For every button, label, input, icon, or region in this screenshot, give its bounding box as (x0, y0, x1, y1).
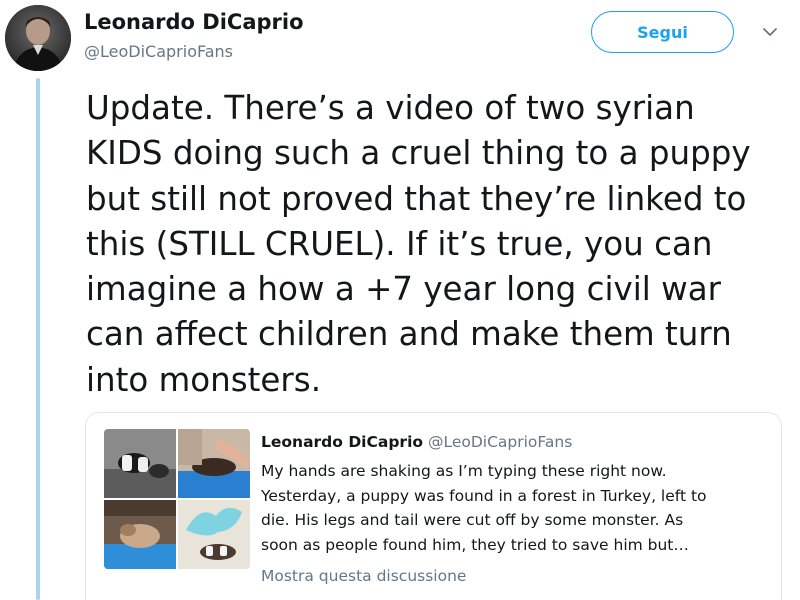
tweet-text-line: imagine a how a +7 year long civil war (86, 270, 722, 309)
tweet-text-line: but still not proved that they’re linked… (86, 179, 747, 218)
tweet-text-line: Update. There’s a video of two syrian (86, 89, 695, 127)
quoted-tweet-text: My hands are shaking as I’m typing these… (261, 459, 771, 557)
show-thread-link[interactable]: Mostra questa discussione (261, 567, 466, 585)
media-thumbnail[interactable] (104, 429, 176, 498)
quoted-tweet-header: Leonardo DiCaprio @LeoDiCaprioFans (261, 433, 572, 451)
tweet-text-line: this (STILL CRUEL). If it’s true, you ca… (86, 224, 713, 263)
quoted-author-name[interactable]: Leonardo DiCaprio (261, 433, 423, 451)
quoted-text-line: die. His legs and tail were cut off by s… (261, 511, 684, 529)
quoted-author-handle[interactable]: @LeoDiCaprioFans (428, 433, 572, 451)
tweet-text-line: can affect children and make them turn (86, 315, 732, 354)
follow-button[interactable]: Segui (591, 11, 734, 53)
conversation-thread-line (36, 78, 40, 600)
media-thumbnail[interactable] (178, 429, 250, 498)
quoted-tweet-card[interactable]: Leonardo DiCaprio @LeoDiCaprioFans My ha… (85, 412, 782, 600)
chevron-down-icon[interactable] (760, 22, 780, 42)
media-thumbnail[interactable] (178, 500, 250, 569)
quoted-text-line: My hands are shaking as I’m typing these… (261, 462, 667, 480)
author-handle[interactable]: @LeoDiCaprioFans (84, 42, 233, 61)
tweet-text-line: into monsters. (86, 360, 322, 399)
tweet-text: Update. There’s a video of two syrian KI… (86, 86, 786, 403)
avatar[interactable] (5, 5, 71, 71)
quoted-text-line: Yesterday, a puppy was found in a forest… (261, 486, 707, 505)
media-thumbnail[interactable] (104, 500, 176, 569)
quoted-tweet-media[interactable] (104, 429, 250, 569)
quoted-text-line: soon as people found him, they tried to … (261, 535, 689, 554)
tweet-text-line: KIDS doing such a cruel thing to a puppy (86, 134, 751, 173)
author-name[interactable]: Leonardo DiCaprio (84, 10, 304, 34)
avatar-image (5, 5, 71, 71)
